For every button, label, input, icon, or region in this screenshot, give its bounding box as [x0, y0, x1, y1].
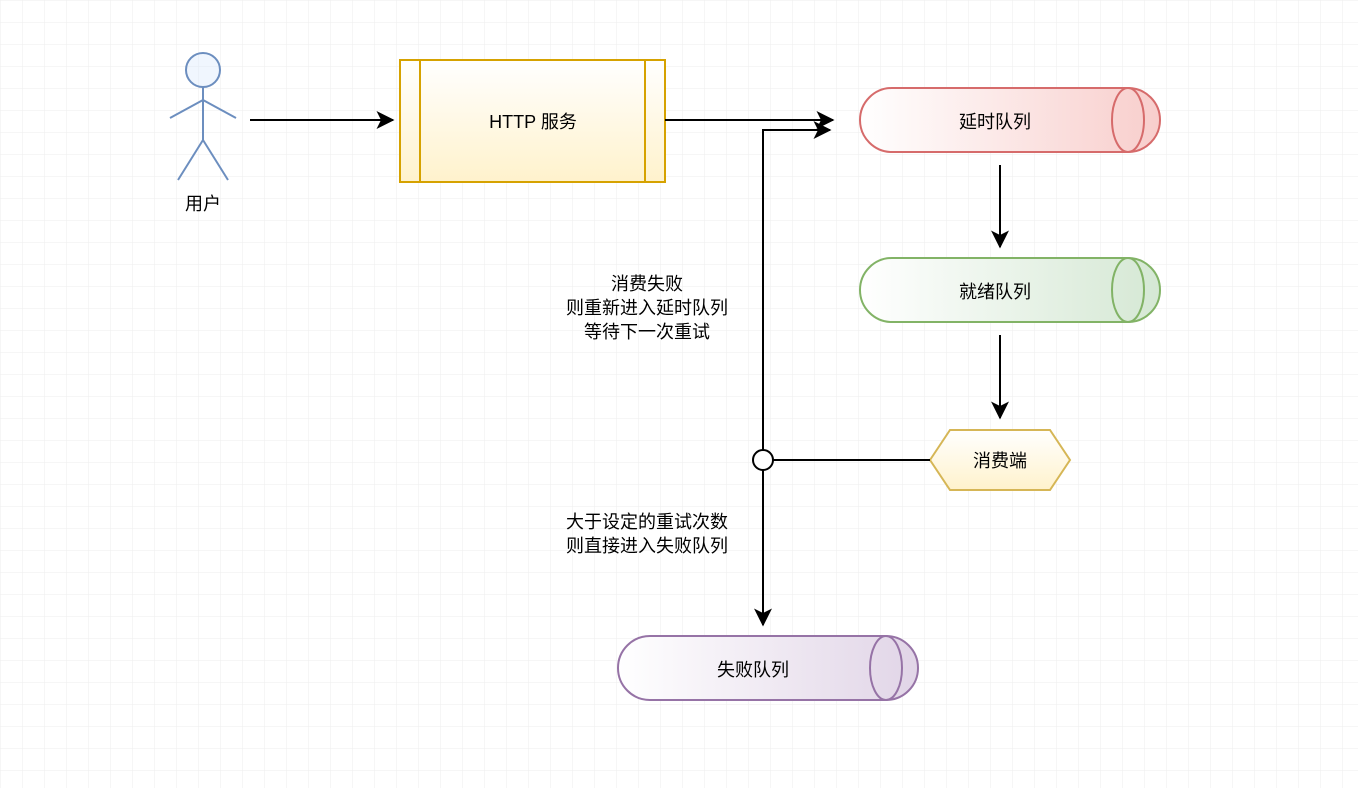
retry-note-line2: 则重新进入延时队列 [566, 298, 728, 318]
fail-note-line2: 则直接进入失败队列 [566, 536, 728, 556]
flow-diagram: 用户 HTTP 服务 延时队列 就绪队列 [0, 0, 1358, 788]
consumer-label: 消费端 [973, 451, 1027, 471]
junction-circle-icon [753, 450, 773, 470]
diagram-canvas: 用户 HTTP 服务 延时队列 就绪队列 [0, 0, 1358, 788]
ready-queue-label: 就绪队列 [959, 282, 1031, 302]
fail-note-line1: 大于设定的重试次数 [566, 512, 728, 532]
retry-note-line3: 等待下一次重试 [584, 322, 710, 342]
retry-note-line1: 消费失败 [611, 274, 683, 294]
fail-queue-label: 失败队列 [717, 660, 789, 680]
http-service-label: HTTP 服务 [489, 112, 577, 132]
arrow-junction-to-delay [763, 130, 830, 450]
actor-label: 用户 [185, 194, 221, 214]
delay-queue-label: 延时队列 [959, 112, 1031, 132]
actor-user [170, 53, 236, 180]
